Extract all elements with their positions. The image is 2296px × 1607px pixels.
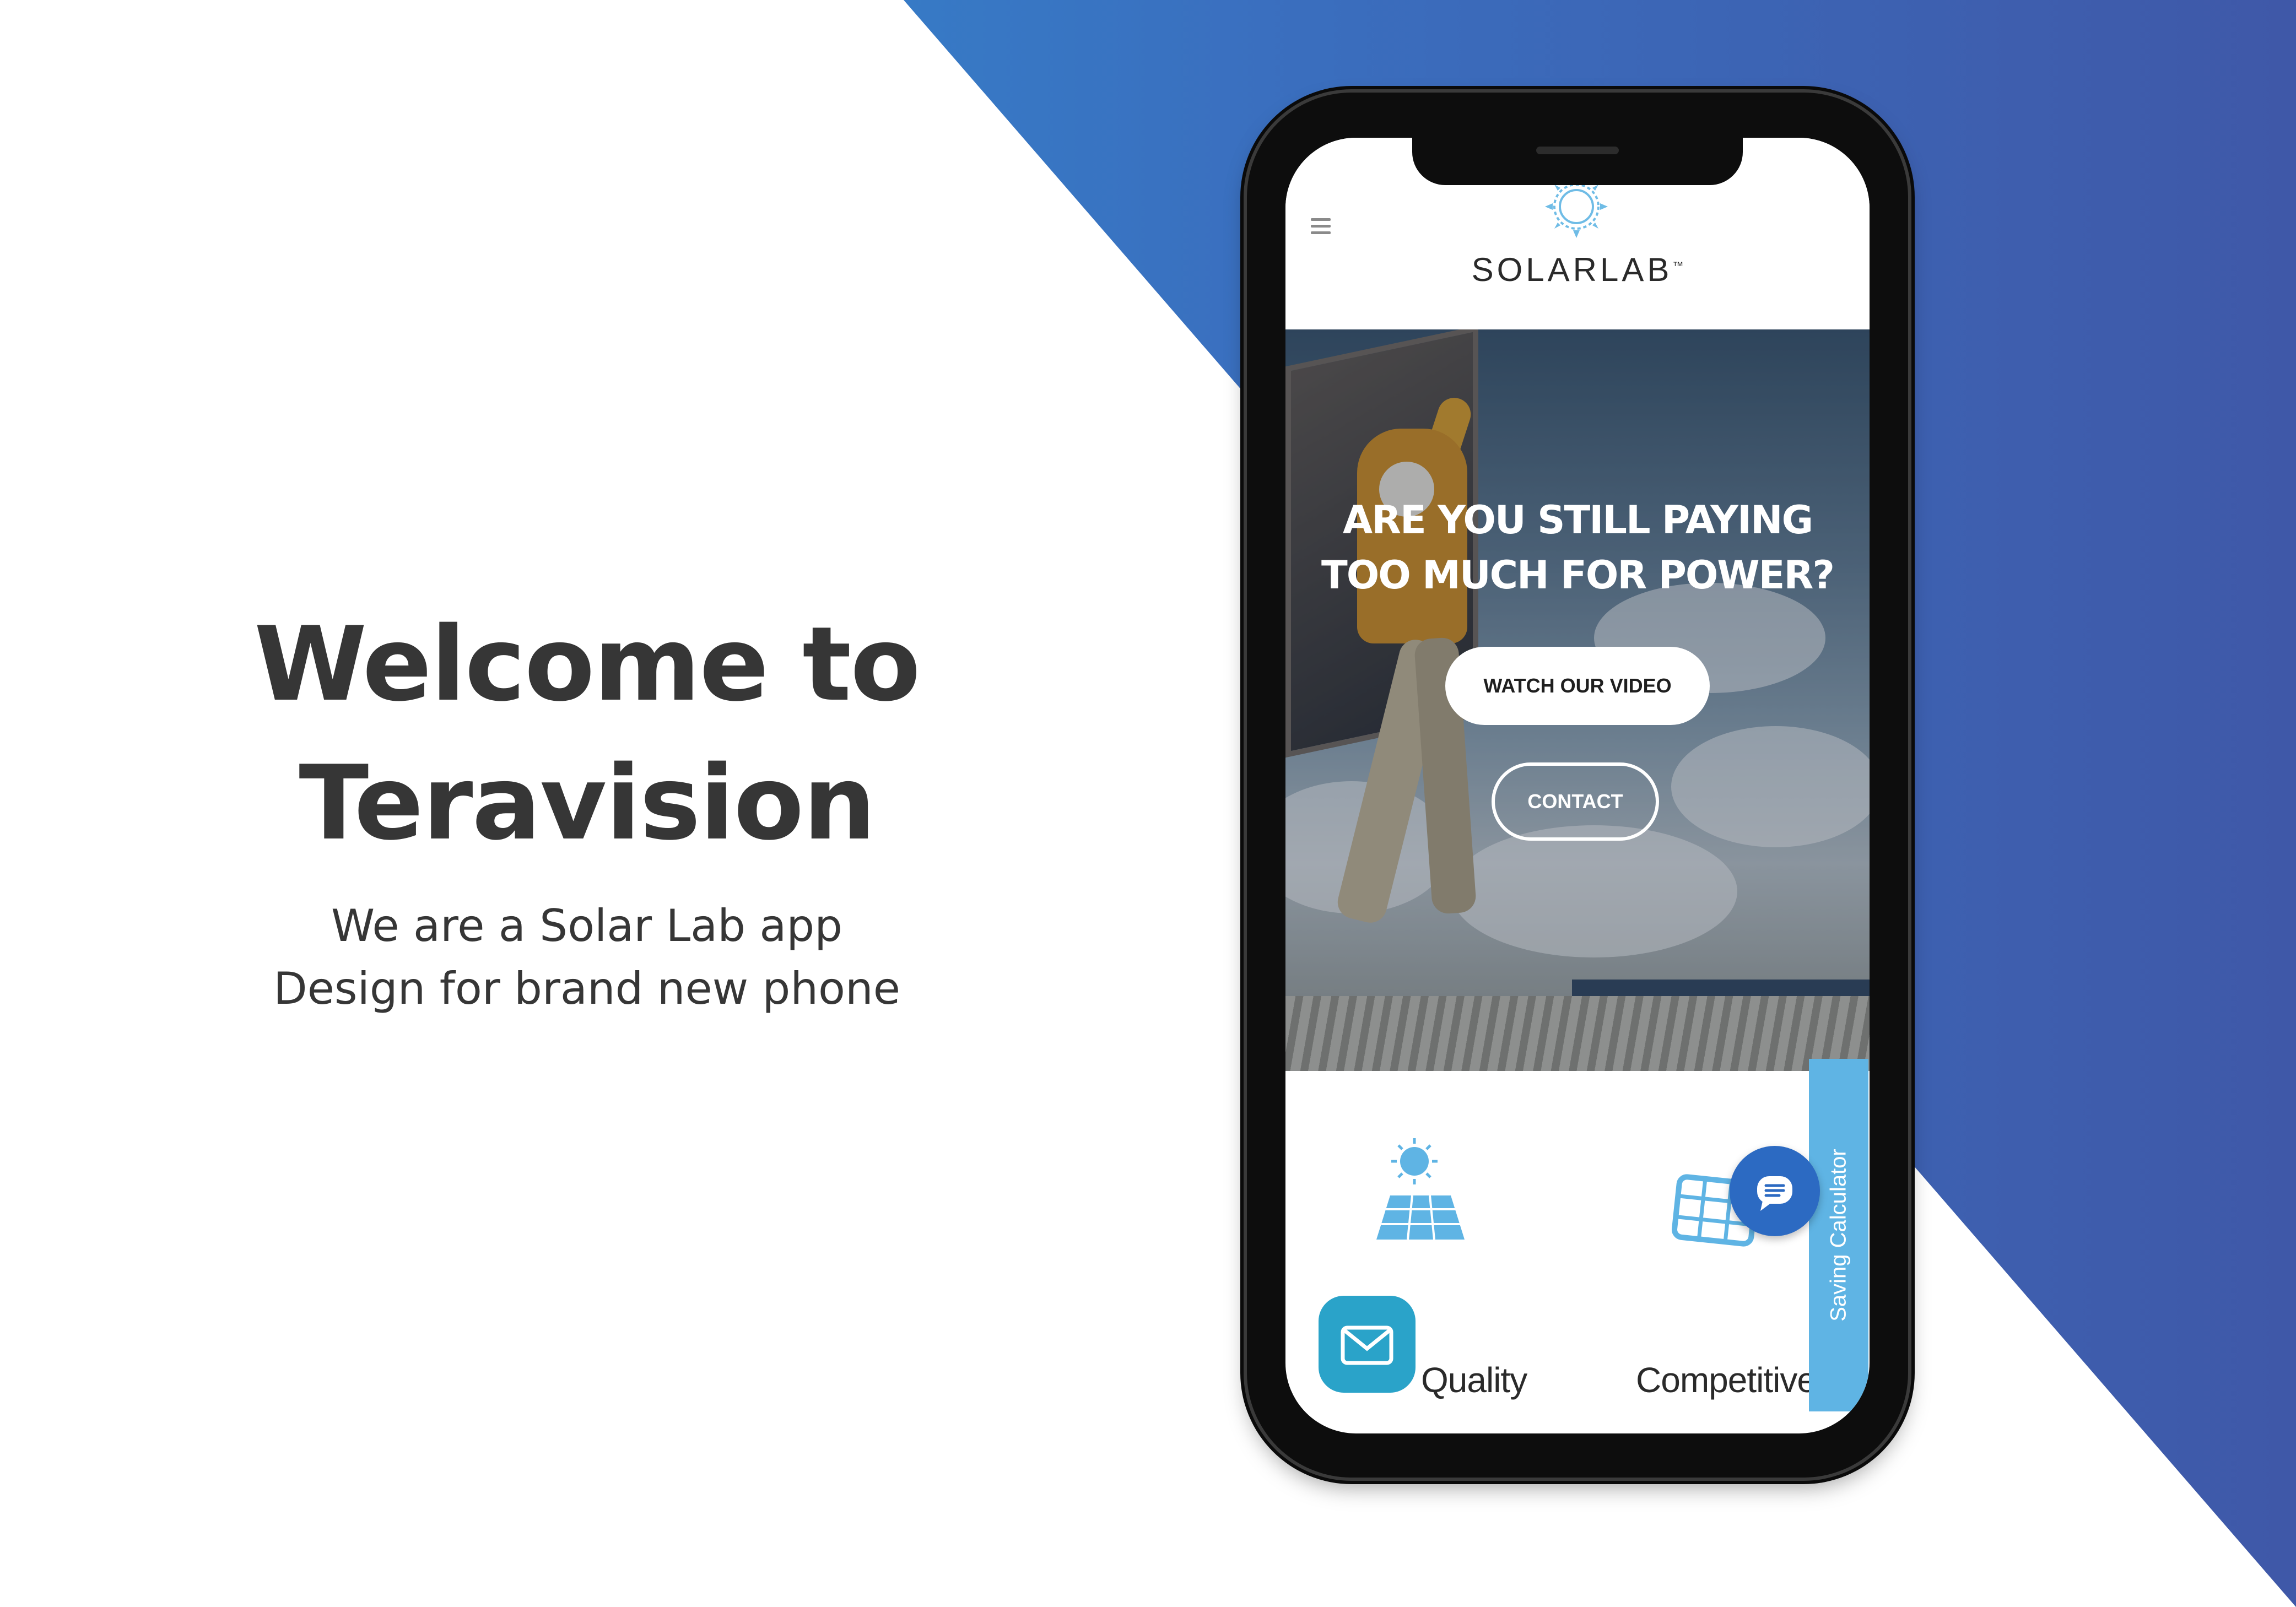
watch-video-button[interactable]: WATCH OUR VIDEO	[1445, 647, 1710, 725]
chat-button[interactable]	[1730, 1146, 1820, 1236]
hero-title-line2: TOO MUCH FOR POWER?	[1321, 553, 1835, 598]
mail-icon	[1341, 1325, 1393, 1365]
saving-calculator-label: Saving Calculator	[1826, 1149, 1851, 1322]
feature-label-competitive: Competitive	[1636, 1360, 1817, 1400]
brand-logotype: SOLARLAB™	[1285, 251, 1870, 289]
intro-title-line1: Welcome to	[254, 604, 921, 724]
solar-farm-icon	[1376, 1138, 1465, 1240]
chat-icon	[1757, 1176, 1792, 1211]
feature-label-quality: Quality	[1421, 1360, 1527, 1400]
phone-speaker	[1536, 147, 1619, 154]
hamburger-menu-icon[interactable]	[1311, 218, 1331, 235]
intro-subtitle-line1: We are a Solar Lab app	[331, 900, 842, 951]
intro-title-line2: Teravision	[299, 743, 876, 863]
phone-mockup: SOLARLAB™ ARE YOU STILL PAYING TOO MUCH …	[1247, 93, 1908, 1478]
intro-subtitle-line2: Design for brand new phone	[273, 963, 900, 1014]
intro-subtitle: We are a Solar Lab app Design for brand …	[138, 895, 1036, 1020]
contact-button[interactable]: CONTACT	[1492, 762, 1659, 841]
brand-name: SOLARLAB	[1471, 251, 1673, 288]
hero-section: ARE YOU STILL PAYING TOO MUCH FOR POWER?…	[1285, 329, 1870, 1071]
hero-title: ARE YOU STILL PAYING TOO MUCH FOR POWER?	[1285, 493, 1870, 603]
mail-button[interactable]	[1319, 1296, 1416, 1393]
intro-title: Welcome to Teravision	[138, 595, 1036, 873]
hero-title-line1: ARE YOU STILL PAYING	[1342, 497, 1813, 543]
brand-trademark: ™	[1672, 260, 1684, 272]
intro-section: Welcome to Teravision We are a Solar Lab…	[138, 595, 1036, 1020]
phone-screen: SOLARLAB™ ARE YOU STILL PAYING TOO MUCH …	[1285, 138, 1870, 1433]
phone-notch	[1412, 138, 1743, 185]
